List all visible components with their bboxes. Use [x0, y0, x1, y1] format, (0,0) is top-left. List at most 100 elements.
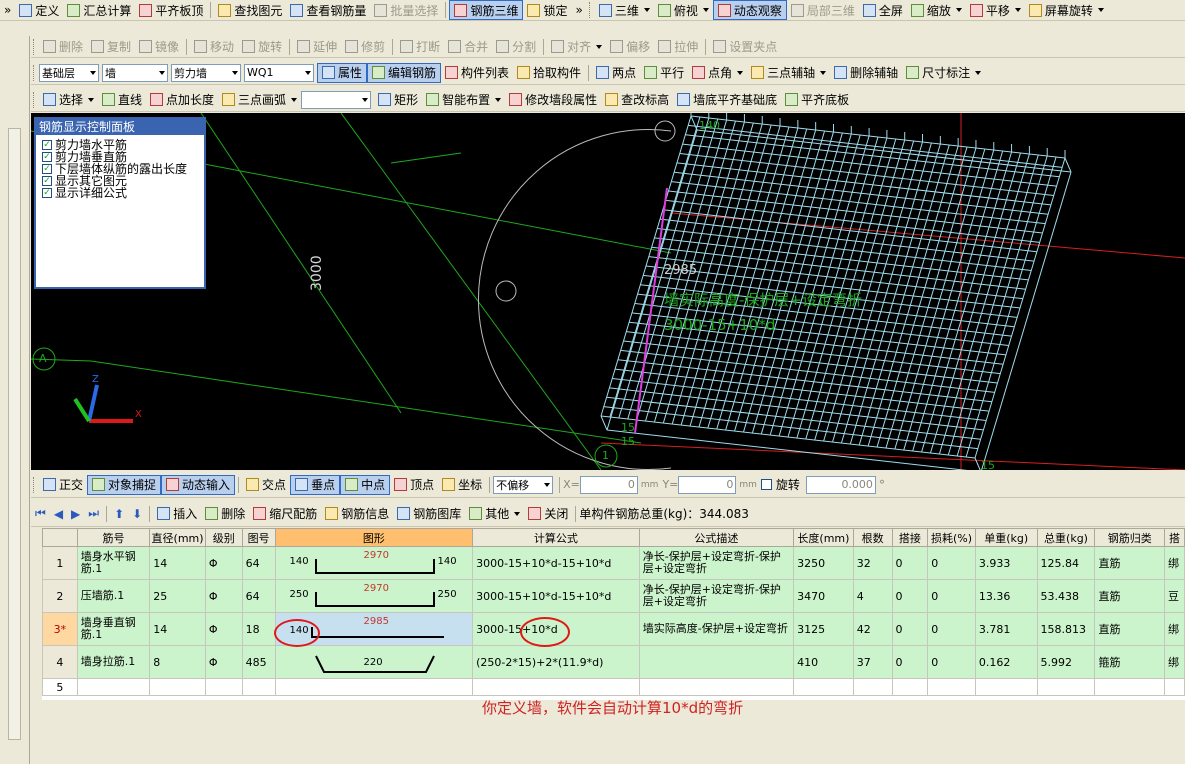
toolbar-grip[interactable] — [588, 2, 592, 18]
arc-mode-select[interactable] — [301, 90, 372, 109]
mirror-button[interactable]: 镜像 — [135, 37, 183, 57]
screen-rotate-button[interactable]: 屏幕旋转 — [1025, 0, 1108, 20]
extend-button[interactable]: 延伸 — [293, 37, 341, 57]
arc-button[interactable]: 三点画弧 — [218, 90, 301, 110]
cell-total-w[interactable]: 53.438 — [1036, 579, 1096, 613]
wall-bottom-button[interactable]: 墙底平齐基础底 — [673, 90, 781, 110]
property-button[interactable]: 属性 — [317, 62, 368, 83]
rebar-3d-button[interactable]: 钢筋三维 — [449, 0, 524, 20]
cell-dia[interactable] — [149, 678, 206, 696]
dimension-button[interactable]: 尺寸标注 — [902, 63, 985, 83]
grip-point-button[interactable]: 设置夹点 — [709, 37, 781, 57]
cell-extra[interactable]: 绑 — [1163, 546, 1185, 580]
checkbox[interactable]: ✓ — [42, 152, 52, 162]
column-header[interactable]: 钢筋归类 — [1094, 528, 1165, 547]
table-row[interactable]: 1 墙身水平钢筋.1 14 Φ 64 140 2970 140 3000-15+10*d-15+… — [42, 546, 1185, 580]
move-up-button[interactable]: ⬆ — [110, 504, 128, 524]
cell-count[interactable]: 37 — [852, 645, 893, 679]
local-3d-button[interactable]: 局部三维 — [787, 0, 859, 20]
break-button[interactable]: 打断 — [396, 37, 444, 57]
column-header[interactable]: 总重(kg) — [1036, 528, 1096, 547]
delete-row-button[interactable]: 删除 — [201, 504, 249, 524]
shape-cell[interactable]: 250 2970 250 — [274, 579, 474, 613]
cell-lap[interactable] — [891, 678, 929, 696]
view-rebar-button[interactable]: 查看钢筋量 — [286, 0, 370, 20]
row-number[interactable]: 5 — [42, 678, 78, 696]
checkbox[interactable]: ✓ — [42, 164, 52, 174]
first-record-button[interactable]: ⏮ — [31, 504, 50, 524]
cell-fig[interactable]: 485 — [241, 645, 276, 679]
cell-count[interactable]: 42 — [852, 612, 893, 646]
select-arrow-button[interactable]: 选择 — [39, 90, 98, 110]
cell-formula[interactable]: 3000-15+10*d-15+10*d — [472, 579, 640, 613]
column-header[interactable]: 计算公式 — [472, 528, 640, 547]
pan-button[interactable]: 平移 — [966, 0, 1025, 20]
cell-total-w[interactable] — [1036, 678, 1096, 696]
align-bottom-button[interactable]: 平齐底板 — [781, 90, 853, 110]
column-header[interactable]: 直径(mm) — [149, 528, 206, 547]
cell-lap[interactable]: 0 — [891, 612, 929, 646]
table-row[interactable]: 3* 墙身垂直钢筋.1 14 Φ 18 140 2985 3000-15+10*d 墙实际高度-… — [42, 612, 1185, 646]
cell-fig[interactable]: 64 — [241, 579, 276, 613]
cell-loss[interactable]: 0 — [927, 546, 976, 580]
checkbox[interactable]: ✓ — [42, 188, 52, 198]
batch-select-button[interactable]: 批量选择 — [370, 0, 442, 20]
cell-length[interactable]: 3470 — [793, 579, 854, 613]
cube-button[interactable]: 三维 — [595, 0, 654, 20]
cell-grade[interactable]: Φ — [204, 579, 243, 613]
shape-cell[interactable]: 220 — [274, 645, 474, 679]
cell-desc[interactable] — [638, 678, 795, 696]
point-angle-button[interactable]: 点角 — [688, 63, 747, 83]
define-button[interactable]: 定义 — [15, 0, 63, 20]
shape-cell[interactable] — [274, 678, 474, 696]
ortho-button[interactable]: 正交 — [39, 475, 87, 495]
cell-total-w[interactable]: 158.813 — [1036, 612, 1096, 646]
cell-lap[interactable]: 0 — [891, 546, 929, 580]
trim-button[interactable]: 修剪 — [341, 37, 389, 57]
column-header[interactable]: 单重(kg) — [974, 528, 1038, 547]
perpendicular-button[interactable]: 垂点 — [290, 474, 341, 495]
point-length-button[interactable]: 点加长度 — [146, 90, 218, 110]
top-view-button[interactable]: 俯视 — [654, 0, 713, 20]
delete-button[interactable]: 删除 — [39, 37, 87, 57]
cell-unit-w[interactable] — [974, 678, 1038, 696]
cell-dia[interactable]: 14 — [149, 546, 206, 580]
cell-formula[interactable] — [472, 678, 640, 696]
column-header[interactable]: 级别 — [204, 528, 243, 547]
shape-cell[interactable]: 140 2970 140 — [274, 546, 474, 580]
overflow-icon[interactable]: » — [571, 0, 586, 20]
midpoint-button[interactable]: 中点 — [340, 474, 391, 495]
cell-extra[interactable]: 绑 — [1163, 612, 1185, 646]
elevation-button[interactable]: 查改标高 — [601, 90, 673, 110]
insert-button[interactable]: 插入 — [153, 504, 201, 524]
sigma-button[interactable]: 汇总计算 — [63, 0, 135, 20]
category-select[interactable]: 墙 — [102, 63, 168, 82]
row-number[interactable]: 4 — [42, 645, 78, 679]
cell-total-w[interactable]: 125.84 — [1036, 546, 1096, 580]
cell-cat[interactable]: 直筋 — [1094, 546, 1165, 580]
rebar-library-button[interactable]: 钢筋图库 — [393, 504, 465, 524]
cell-name[interactable]: 压墙筋.1 — [76, 579, 151, 613]
two-point-button[interactable]: 两点 — [592, 63, 640, 83]
cell-name[interactable]: 墙身拉筋.1 — [76, 645, 151, 679]
cell-formula[interactable]: 3000-15+10*d-15+10*d — [472, 546, 640, 580]
cell-cat[interactable]: 箍筋 — [1094, 645, 1165, 679]
cell-loss[interactable] — [927, 678, 976, 696]
cell-extra[interactable]: 豆 — [1163, 579, 1185, 613]
rotate-checkbox[interactable] — [760, 479, 772, 490]
cell-length[interactable]: 3250 — [793, 546, 854, 580]
row-number[interactable]: 2 — [42, 579, 78, 613]
last-record-button[interactable]: ⏭ — [84, 504, 103, 524]
cell-name[interactable] — [76, 678, 151, 696]
checkbox[interactable]: ✓ — [42, 140, 52, 150]
dynamic-input-button[interactable]: 动态输入 — [161, 474, 236, 495]
stretch-button[interactable]: 拉伸 — [654, 37, 702, 57]
column-header[interactable]: 图号 — [241, 528, 276, 547]
other-button[interactable]: 其他 — [465, 504, 524, 524]
cell-length[interactable] — [793, 678, 854, 696]
column-header[interactable]: 损耗(%) — [927, 528, 976, 547]
list-button[interactable]: 构件列表 — [441, 63, 513, 83]
wall-prop-button[interactable]: 修改墙段属性 — [505, 90, 601, 110]
cell-extra[interactable] — [1163, 678, 1185, 696]
floor-select[interactable]: 基础层 — [39, 63, 99, 82]
